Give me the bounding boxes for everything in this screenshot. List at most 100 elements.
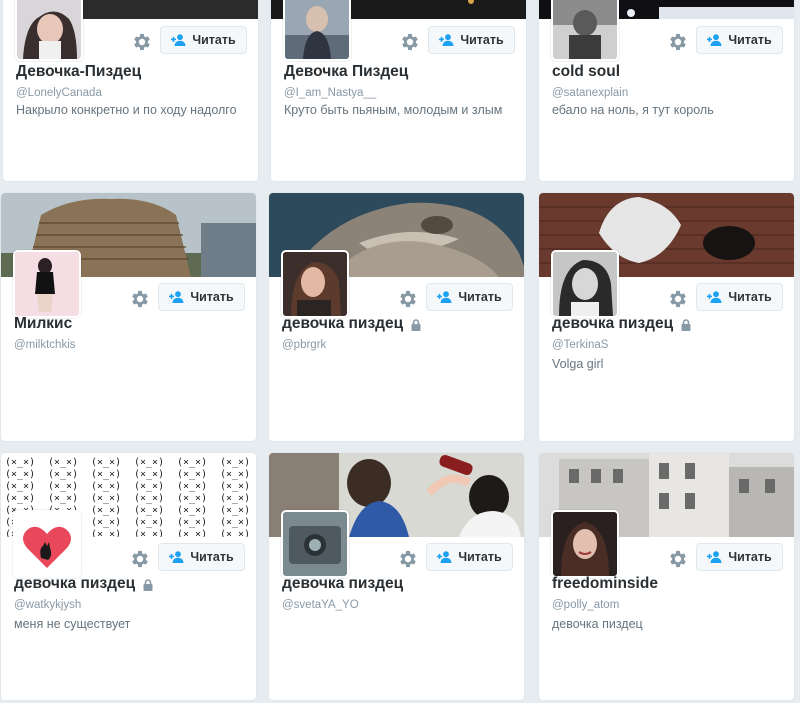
profile-handle[interactable]: @TerkinaS [552, 339, 608, 351]
profile-handle[interactable]: @polly_atom [552, 599, 619, 611]
profile-handle[interactable]: @I_am_Nastya__ [284, 87, 376, 99]
gear-icon[interactable] [667, 548, 689, 570]
kaomoji-text: (×_×) [5, 469, 35, 480]
profile-bio: Volga girl [552, 357, 604, 371]
profile-name-text: Девочка Пиздец [284, 63, 409, 80]
kaomoji-text: (×_×) [220, 481, 250, 492]
profile-name[interactable]: Девочка Пиздец [284, 63, 408, 81]
profile-handle[interactable]: @milktchkis [14, 339, 76, 351]
kaomoji-text: (×_×) [5, 457, 35, 468]
kaomoji-text: (×_×) [91, 517, 121, 528]
kaomoji-text: (×_×) [134, 481, 164, 492]
profile-name-text: девочка пиздец [282, 315, 404, 332]
follow-label: Читать [190, 550, 234, 564]
kaomoji-text: (×_×) [177, 469, 207, 480]
follow-label: Читать [458, 290, 502, 304]
profile-avatar[interactable] [283, 0, 351, 61]
kaomoji-text: (×_×) [220, 517, 250, 528]
profile-avatar[interactable] [13, 250, 81, 318]
profile-card: Читать freedominside @polly_atom девочка… [538, 452, 795, 701]
follow-label: Читать [728, 33, 772, 47]
profile-avatar[interactable] [551, 0, 619, 61]
follow-button[interactable]: Читать [428, 26, 515, 54]
profile-card: Читать девочка пиздец @TerkinaS Volga gi… [538, 192, 795, 442]
profile-name-text: девочка пиздец [282, 575, 404, 592]
follow-button[interactable]: Читать [158, 283, 245, 311]
profile-bio: меня не существует [14, 617, 131, 631]
follow-button[interactable]: Читать [160, 26, 247, 54]
follow-button[interactable]: Читать [426, 543, 513, 571]
profile-avatar[interactable] [15, 0, 83, 61]
kaomoji-text: (×_×) [220, 505, 250, 516]
kaomoji-text: (×_×) [177, 517, 207, 528]
follow-icon [169, 291, 185, 303]
profile-name-text: девочка пиздец [14, 575, 136, 592]
follow-button[interactable]: Читать [696, 543, 783, 571]
follow-label: Читать [190, 290, 234, 304]
kaomoji-text: (×_×) [220, 529, 250, 537]
kaomoji-text: (×_×) [134, 517, 164, 528]
kaomoji-text: (×_×) [220, 457, 250, 468]
lock-icon [681, 318, 691, 330]
gear-icon[interactable] [397, 548, 419, 570]
gear-icon[interactable] [399, 31, 421, 53]
profile-name[interactable]: Девочка-Пиздец [16, 63, 141, 81]
follow-icon [437, 551, 453, 563]
gear-icon[interactable] [131, 31, 153, 53]
profile-name[interactable]: cold soul [552, 63, 620, 81]
follow-button[interactable]: Читать [158, 543, 245, 571]
follow-icon [707, 291, 723, 303]
kaomoji-text: (×_×) [134, 457, 164, 468]
follow-button[interactable]: Читать [696, 26, 783, 54]
kaomoji-text: (×_×) [220, 493, 250, 504]
kaomoji-text: (×_×) [134, 505, 164, 516]
profile-bio: ебало на ноль, я тут король [552, 103, 714, 117]
profile-avatar[interactable] [281, 510, 349, 578]
profile-card: Читать девочка пиздец @svetaYA_YO [268, 452, 525, 701]
profile-name[interactable]: Милкис [14, 315, 72, 333]
kaomoji-text: (×_×) [177, 529, 207, 537]
follow-label: Читать [460, 33, 504, 47]
profile-avatar[interactable] [13, 510, 81, 578]
follow-label: Читать [728, 290, 772, 304]
follow-icon [437, 291, 453, 303]
gear-icon[interactable] [397, 288, 419, 310]
profile-name-text: freedominside [552, 575, 658, 592]
profile-name[interactable]: девочка пиздец [282, 315, 421, 333]
profile-name-text: cold soul [552, 63, 621, 80]
profile-card: Читать девочка пиздец @pbrgrk [268, 192, 525, 442]
kaomoji-text: (×_×) [134, 469, 164, 480]
profile-card: Читать cold soul @satanexplain ебало на … [538, 0, 795, 182]
profile-card: (×_×) (×_×) (×_×) (×_×) (×_×) (×_×) (×_×) (×_×)… [0, 452, 257, 701]
kaomoji-text: (×_×) [48, 457, 78, 468]
kaomoji-text: (×_×) [134, 529, 164, 537]
follow-button[interactable]: Читать [426, 283, 513, 311]
gear-icon[interactable] [129, 548, 151, 570]
follow-button[interactable]: Читать [696, 283, 783, 311]
profile-name[interactable]: девочка пиздец [282, 575, 403, 593]
profile-name[interactable]: девочка пиздец [14, 575, 153, 593]
profile-name[interactable]: девочка пиздец [552, 315, 691, 333]
profile-avatar[interactable] [551, 510, 619, 578]
kaomoji-text: (×_×) [48, 481, 78, 492]
profile-handle[interactable]: @LonelyCanada [16, 87, 102, 99]
kaomoji-text: (×_×) [91, 529, 121, 537]
kaomoji-text: (×_×) [5, 493, 35, 504]
gear-icon[interactable] [667, 288, 689, 310]
profile-handle[interactable]: @satanexplain [552, 87, 628, 99]
profile-name[interactable]: freedominside [552, 575, 658, 593]
profile-bio: Накрыло конкретно и по ходу надолго [16, 103, 237, 117]
profile-handle[interactable]: @watkykjysh [14, 599, 81, 611]
profile-handle[interactable]: @pbrgrk [282, 339, 326, 351]
profile-avatar[interactable] [281, 250, 349, 318]
kaomoji-text: (×_×) [134, 493, 164, 504]
gear-icon[interactable] [667, 31, 689, 53]
kaomoji-text: (×_×) [91, 481, 121, 492]
follow-label: Читать [728, 550, 772, 564]
kaomoji-text: (×_×) [5, 481, 35, 492]
kaomoji-text: (×_×) [177, 493, 207, 504]
profile-handle[interactable]: @svetaYA_YO [282, 599, 359, 611]
gear-icon[interactable] [129, 288, 151, 310]
profile-avatar[interactable] [551, 250, 619, 318]
follow-icon [707, 551, 723, 563]
